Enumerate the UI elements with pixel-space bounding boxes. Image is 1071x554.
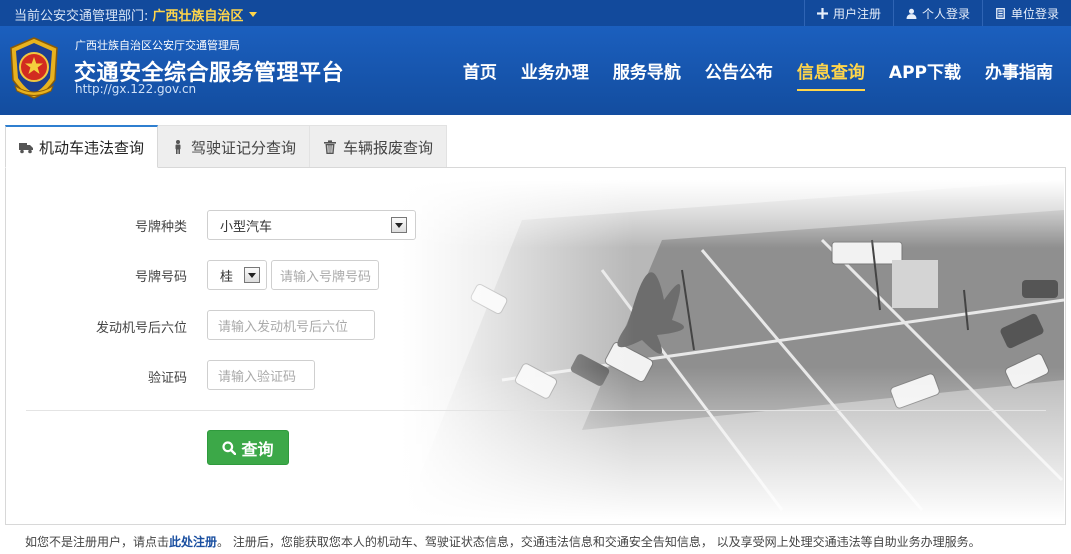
department-region[interactable]: 广西壮族自治区 — [152, 9, 243, 24]
site-header: 广西壮族自治区公安厅交通管理局 交通安全综合服务管理平台 http://gx.1… — [0, 26, 1071, 115]
department-label: 当前公安交通管理部门: — [14, 9, 149, 24]
nav-app-download[interactable]: APP下载 — [877, 26, 973, 115]
registration-note: 如您不是注册用户，请点击此处注册。 注册后，您能获取您本人的机动车、驾驶证状态信… — [25, 533, 981, 550]
tab-license-points[interactable]: 驾驶证记分查询 — [158, 125, 311, 168]
dropdown-arrow-icon[interactable] — [244, 267, 260, 283]
plate-number-input[interactable]: 请输入号牌号码 — [271, 260, 379, 290]
query-button-label: 查询 — [241, 439, 274, 459]
captcha-label: 验证码 — [147, 371, 187, 386]
unit-login-label: 单位登录 — [1010, 6, 1059, 21]
street-background-image — [402, 180, 1064, 520]
tab-vehicle-violation[interactable]: 机动车违法查询 — [5, 125, 159, 168]
registration-note-prefix: 如您不是注册用户，请点击 — [25, 535, 170, 549]
account-links: 用户注册 个人登录 单位登录 — [803, 0, 1071, 26]
dropdown-arrow-icon[interactable] — [391, 217, 407, 233]
engine-number-label: 发动机号后六位 — [95, 321, 187, 336]
user-icon — [906, 8, 917, 19]
nav-service-guide[interactable]: 服务导航 — [601, 26, 693, 115]
tab-vehicle-violation-label: 机动车违法查询 — [39, 138, 145, 157]
query-tabs: 机动车违法查询 驾驶证记分查询 车辆报废查询 — [5, 125, 448, 168]
register-here-link[interactable]: 此处注册 — [169, 535, 217, 549]
search-icon — [222, 440, 237, 455]
user-register-link[interactable]: 用户注册 — [803, 0, 893, 26]
nav-announcements[interactable]: 公告公布 — [693, 26, 785, 115]
engine-number-input[interactable]: 请输入发动机号后六位 — [207, 310, 375, 340]
current-department[interactable]: 当前公安交通管理部门: 广西壮族自治区 — [14, 5, 258, 24]
unit-login-link[interactable]: 单位登录 — [981, 0, 1071, 26]
site-url[interactable]: http://gx.122.gov.cn — [75, 82, 196, 96]
nav-info-query[interactable]: 信息查询 — [785, 26, 877, 115]
personal-login-label: 个人登录 — [921, 6, 970, 21]
top-bar: 当前公安交通管理部门: 广西壮族自治区 用户注册 个人登录 单位登录 — [0, 0, 1071, 26]
person-icon — [175, 140, 181, 154]
personal-login-link[interactable]: 个人登录 — [892, 0, 982, 26]
engine-number-placeholder: 请输入发动机号后六位 — [218, 319, 349, 335]
trash-icon — [324, 140, 337, 154]
truck-icon — [19, 143, 33, 154]
plate-prefix-select[interactable]: 桂 — [207, 260, 267, 290]
tab-vehicle-scrap[interactable]: 车辆报废查询 — [310, 125, 448, 168]
plate-type-label: 号牌种类 — [134, 220, 187, 235]
nav-handling-guide[interactable]: 办事指南 — [973, 26, 1065, 115]
main-nav: 首页 业务办理 服务导航 公告公布 信息查询 APP下载 办事指南 — [451, 26, 1065, 115]
caret-down-icon[interactable] — [249, 12, 258, 17]
plate-type-select[interactable]: 小型汽车 — [207, 210, 416, 240]
plate-type-value: 小型汽车 — [220, 219, 273, 235]
police-emblem-icon[interactable] — [5, 36, 63, 100]
nav-home[interactable]: 首页 — [451, 26, 509, 115]
query-panel: 号牌种类 小型汽车 号牌号码 桂 请输入号牌号码 发动机号后六位 请输入发动机号… — [5, 167, 1066, 525]
plus-icon — [816, 7, 828, 19]
building-icon — [996, 7, 1005, 19]
organization-name: 广西壮族自治区公安厅交通管理局 — [75, 39, 240, 52]
nav-business[interactable]: 业务办理 — [509, 26, 601, 115]
plate-number-label: 号牌号码 — [134, 270, 187, 285]
query-button[interactable]: 查询 — [207, 430, 289, 465]
tab-vehicle-scrap-label: 车辆报废查询 — [343, 138, 434, 157]
plate-number-placeholder: 请输入号牌号码 — [280, 269, 372, 285]
user-register-label: 用户注册 — [832, 6, 881, 21]
form-divider — [26, 410, 1046, 411]
captcha-placeholder: 请输入验证码 — [218, 369, 297, 385]
registration-note-suffix: 。 注册后，您能获取您本人的机动车、驾驶证状态信息，交通违法信息和交通安全告知信… — [217, 535, 981, 549]
plate-prefix-value: 桂 — [220, 269, 234, 285]
captcha-input[interactable]: 请输入验证码 — [207, 360, 315, 390]
tab-license-points-label: 驾驶证记分查询 — [191, 138, 297, 157]
